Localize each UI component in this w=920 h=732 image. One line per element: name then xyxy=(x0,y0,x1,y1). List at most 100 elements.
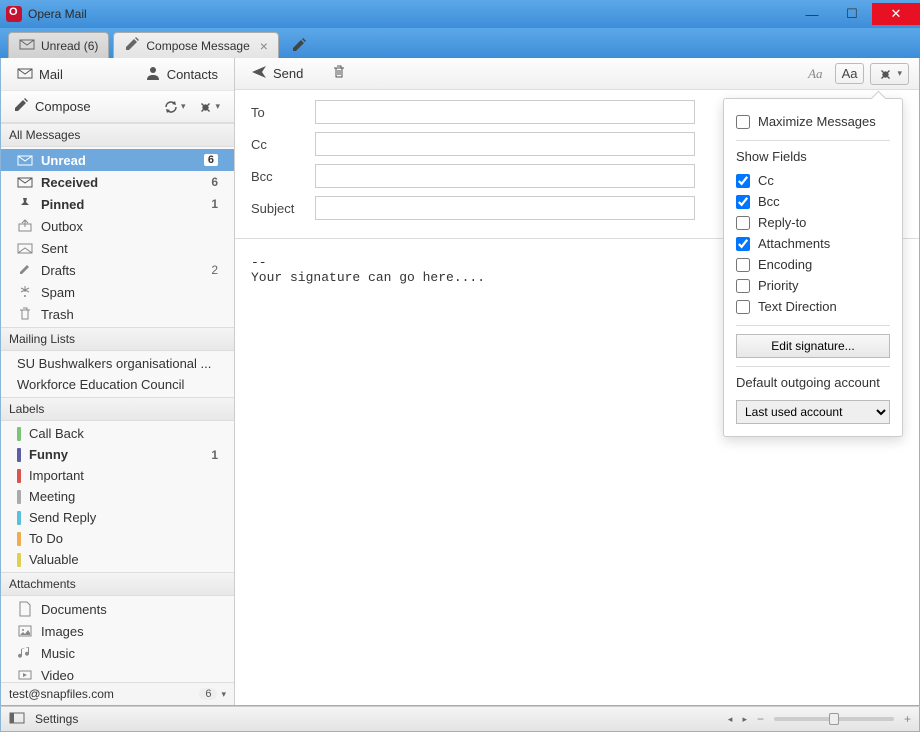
cb-label: Attachments xyxy=(758,236,830,251)
tab-unread[interactable]: Unread (6) xyxy=(8,32,109,58)
folder-received[interactable]: Received 6 xyxy=(1,171,234,193)
sent-icon xyxy=(17,240,33,256)
folder-drafts[interactable]: Drafts 2 xyxy=(1,259,234,281)
sidebar: Mail Contacts Compose ▾ ▾ xyxy=(1,58,235,705)
music-icon xyxy=(17,645,33,661)
subject-input[interactable] xyxy=(315,196,695,220)
contacts-tab-button[interactable]: Contacts xyxy=(137,61,226,88)
pin-icon xyxy=(17,196,33,212)
encoding-checkbox[interactable] xyxy=(736,258,750,272)
trash-icon xyxy=(331,64,347,83)
minimize-button[interactable]: — xyxy=(792,3,832,25)
font-sans-button[interactable]: Aa xyxy=(835,63,865,84)
count-badge: 6 xyxy=(211,175,218,189)
textdir-checkbox[interactable] xyxy=(736,300,750,314)
cc-input[interactable] xyxy=(315,132,695,156)
account-row[interactable]: test@snapfiles.com 6 ▾ xyxy=(1,682,234,705)
label-text: Meeting xyxy=(29,489,75,504)
label-color-swatch xyxy=(17,448,21,462)
opera-icon xyxy=(6,6,22,22)
list-label: Workforce Education Council xyxy=(17,377,184,392)
document-icon xyxy=(17,601,33,617)
folder-trash[interactable]: Trash xyxy=(1,303,234,325)
label-todo[interactable]: To Do xyxy=(1,528,234,549)
tab-label: Unread (6) xyxy=(41,39,98,53)
attach-label: Video xyxy=(41,668,74,683)
maximize-checkbox-row[interactable]: Maximize Messages xyxy=(736,111,890,132)
folder-unread[interactable]: Unread 6 xyxy=(1,149,234,171)
video-icon xyxy=(17,667,33,682)
priority-checkbox-row[interactable]: Priority xyxy=(736,275,890,296)
font-serif-button[interactable]: Aa xyxy=(802,64,828,84)
replyto-checkbox-row[interactable]: Reply-to xyxy=(736,212,890,233)
to-label: To xyxy=(251,105,315,120)
new-compose-button[interactable] xyxy=(283,32,315,58)
settings-link[interactable]: Settings xyxy=(35,712,78,726)
cc-checkbox[interactable] xyxy=(736,174,750,188)
refresh-button[interactable]: ▾ xyxy=(157,95,192,119)
section-labels[interactable]: Labels xyxy=(1,397,234,421)
send-button[interactable]: Send xyxy=(245,60,309,87)
tab-compose[interactable]: Compose Message × xyxy=(113,32,279,58)
nav-left-icon[interactable]: ◂ xyxy=(728,714,733,725)
maximize-label: Maximize Messages xyxy=(758,114,876,129)
label-important[interactable]: Important xyxy=(1,465,234,486)
to-input[interactable] xyxy=(315,100,695,124)
attach-video[interactable]: Video xyxy=(1,664,234,682)
sidebar-settings-button[interactable]: ▾ xyxy=(191,95,226,119)
mail-tab-button[interactable]: Mail xyxy=(9,61,137,88)
folder-outbox[interactable]: Outbox xyxy=(1,215,234,237)
textdir-checkbox-row[interactable]: Text Direction xyxy=(736,296,890,317)
bcc-input[interactable] xyxy=(315,164,695,188)
nav-right-icon[interactable]: ▸ xyxy=(742,714,747,725)
list-item[interactable]: Workforce Education Council xyxy=(1,374,234,395)
label-funny[interactable]: Funny 1 xyxy=(1,444,234,465)
options-dropdown-button[interactable]: ▾ xyxy=(870,63,909,85)
tab-close-icon[interactable]: × xyxy=(260,38,268,54)
cc-checkbox-row[interactable]: Cc xyxy=(736,170,890,191)
zoom-in-button[interactable]: + xyxy=(904,712,911,726)
attach-images[interactable]: Images xyxy=(1,620,234,642)
maximize-button[interactable]: ☐ xyxy=(832,3,872,25)
zoom-out-button[interactable]: − xyxy=(757,712,764,726)
bcc-checkbox-row[interactable]: Bcc xyxy=(736,191,890,212)
zoom-slider[interactable] xyxy=(774,717,894,721)
edit-signature-button[interactable]: Edit signature... xyxy=(736,334,890,358)
attachments-checkbox-row[interactable]: Attachments xyxy=(736,233,890,254)
attachments-checkbox[interactable] xyxy=(736,237,750,251)
compose-button[interactable]: Compose xyxy=(9,93,157,120)
label-text: Valuable xyxy=(29,552,79,567)
bcc-label: Bcc xyxy=(251,169,315,184)
folder-sent[interactable]: Sent xyxy=(1,237,234,259)
bcc-checkbox[interactable] xyxy=(736,195,750,209)
priority-checkbox[interactable] xyxy=(736,279,750,293)
attach-music[interactable]: Music xyxy=(1,642,234,664)
label-callback[interactable]: Call Back xyxy=(1,423,234,444)
section-attachments[interactable]: Attachments xyxy=(1,572,234,596)
label-meeting[interactable]: Meeting xyxy=(1,486,234,507)
drafts-icon xyxy=(17,262,33,278)
close-button[interactable]: ✕ xyxy=(872,3,920,25)
label-valuable[interactable]: Valuable xyxy=(1,549,234,570)
label-text: Funny xyxy=(29,447,68,462)
label-sendreply[interactable]: Send Reply xyxy=(1,507,234,528)
panel-toggle-button[interactable] xyxy=(9,710,25,729)
folder-pinned[interactable]: Pinned 1 xyxy=(1,193,234,215)
folder-spam[interactable]: Spam xyxy=(1,281,234,303)
list-item[interactable]: SU Bushwalkers organisational ... xyxy=(1,353,234,374)
attach-documents[interactable]: Documents xyxy=(1,598,234,620)
folder-label: Unread xyxy=(41,153,86,168)
delete-button[interactable] xyxy=(325,60,353,87)
account-count-badge: 6 xyxy=(199,688,217,700)
replyto-checkbox[interactable] xyxy=(736,216,750,230)
options-popup: Maximize Messages Show Fields Cc Bcc Rep… xyxy=(723,98,903,437)
subject-label: Subject xyxy=(251,201,315,216)
section-all-messages[interactable]: All Messages xyxy=(1,123,234,147)
label-color-swatch xyxy=(17,511,21,525)
account-select[interactable]: Last used account xyxy=(736,400,890,424)
count-badge: 1 xyxy=(211,448,218,462)
encoding-checkbox-row[interactable]: Encoding xyxy=(736,254,890,275)
maximize-checkbox[interactable] xyxy=(736,115,750,129)
person-icon xyxy=(145,65,161,84)
section-mailing-lists[interactable]: Mailing Lists xyxy=(1,327,234,351)
